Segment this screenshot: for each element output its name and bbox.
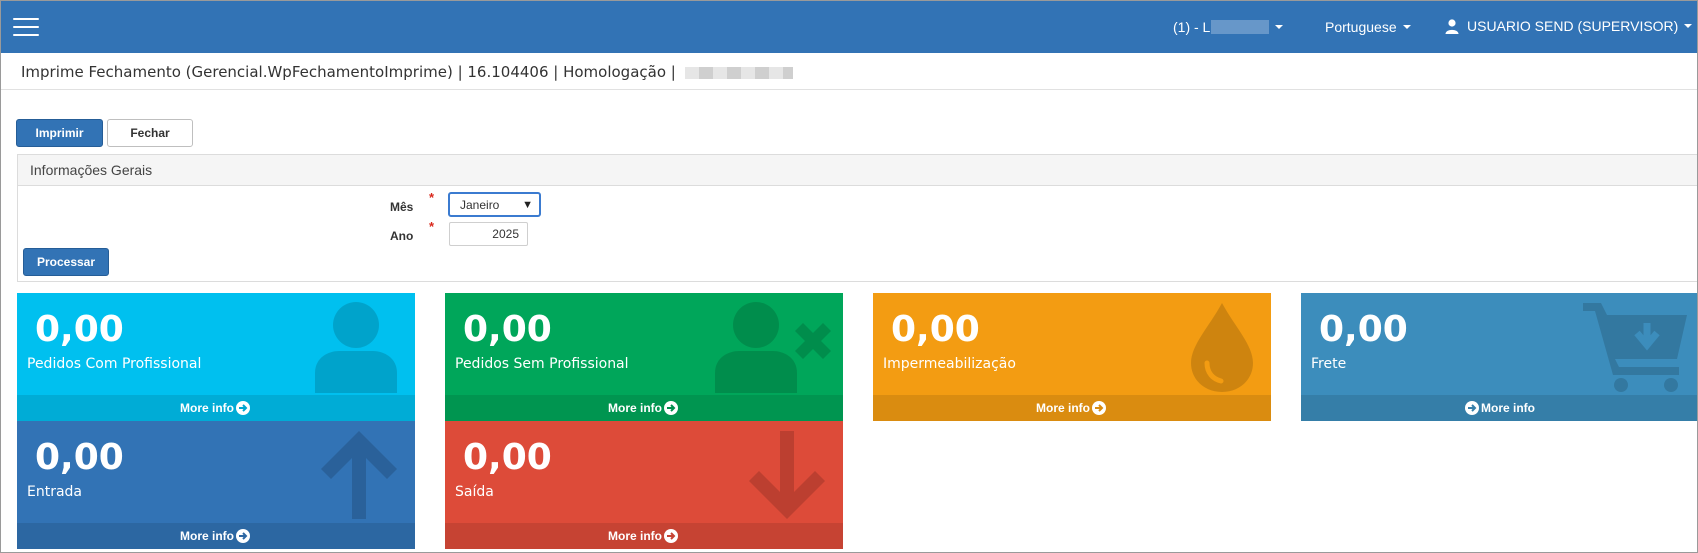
print-button[interactable]: Imprimir [16, 119, 103, 147]
more-info-label: More info [608, 529, 662, 543]
more-info-link[interactable]: More info [17, 523, 415, 549]
chevron-down-icon: ▼ [522, 198, 533, 211]
info-box-entrada: 0,00 Entrada More info [17, 421, 415, 549]
more-info-link[interactable]: More info [873, 395, 1271, 421]
more-info-link[interactable]: More info [445, 523, 843, 549]
arrow-circle-right-icon [1092, 401, 1106, 415]
process-button[interactable]: Processar [23, 248, 109, 276]
arrow-up-icon [321, 431, 397, 519]
info-box-label: Entrada [27, 484, 83, 500]
company-label: (1) - L [1173, 19, 1211, 35]
page-title-wrap: Imprime Fechamento (Gerencial.WpFechamen… [21, 63, 793, 81]
chevron-down-icon [1684, 24, 1693, 28]
company-selector[interactable]: (1) - L [1173, 19, 1284, 35]
arrow-circle-right-icon [664, 401, 678, 415]
info-box-label: Impermeabilização [883, 356, 1016, 372]
info-box-value: 0,00 [463, 309, 552, 350]
top-navbar: (1) - L Portuguese USUARIO SEND (SUPERVI… [1, 1, 1697, 53]
chevron-down-icon [1275, 25, 1284, 29]
arrow-down-icon [749, 431, 825, 519]
info-box-impermeabilizacao: 0,00 Impermeabilização More info [873, 293, 1271, 421]
arrow-circle-right-icon [236, 401, 250, 415]
info-box-pedidos-com-profissional: 0,00 Pedidos Com Profissional More info [17, 293, 415, 421]
redacted-text [684, 66, 793, 79]
more-info-label: More info [1481, 401, 1535, 415]
year-input[interactable]: 2025 [449, 222, 528, 246]
info-box-value: 0,00 [35, 309, 124, 350]
menu-toggle-icon[interactable] [13, 18, 39, 38]
month-label: Mês [390, 200, 414, 214]
info-box-value: 0,00 [891, 309, 980, 350]
info-box-label: Pedidos Sem Profissional [455, 356, 629, 372]
info-box-label: Saída [455, 484, 494, 500]
user-icon [315, 302, 397, 393]
general-info-panel: Informações Gerais [17, 154, 1697, 282]
info-box-label: Frete [1311, 356, 1347, 372]
tint-icon [1191, 303, 1253, 392]
close-button[interactable]: Fechar [107, 119, 193, 147]
month-select-value: Janeiro [460, 197, 500, 212]
year-required-mark: * [429, 219, 435, 234]
info-box-value: 0,00 [463, 437, 552, 478]
language-label: Portuguese [1325, 19, 1397, 35]
info-box-label: Pedidos Com Profissional [27, 356, 202, 372]
more-info-label: More info [608, 401, 662, 415]
user-times-icon [715, 302, 831, 393]
page-header: Imprime Fechamento (Gerencial.WpFechamen… [1, 53, 1697, 90]
more-info-link[interactable]: More info [17, 395, 415, 421]
more-info-link[interactable]: More info [1301, 395, 1697, 421]
month-select[interactable]: Janeiro ▼ [448, 192, 541, 217]
language-selector[interactable]: Portuguese [1325, 19, 1411, 35]
more-info-label: More info [180, 401, 234, 415]
user-icon [1445, 18, 1459, 34]
page-title: Imprime Fechamento (Gerencial.WpFechamen… [21, 63, 681, 81]
year-label: Ano [390, 229, 414, 243]
more-info-label: More info [180, 529, 234, 543]
more-info-link[interactable]: More info [445, 395, 843, 421]
user-menu[interactable]: USUARIO SEND (SUPERVISOR) [1445, 18, 1693, 34]
info-box-pedidos-sem-profissional: 0,00 Pedidos Sem Profissional More info [445, 293, 843, 421]
panel-title: Informações Gerais [18, 155, 1697, 186]
info-box-saida: 0,00 Saída More info [445, 421, 843, 549]
cart-arrow-down-icon [1583, 303, 1687, 392]
info-box-frete: 0,00 Frete More info [1301, 293, 1697, 421]
arrow-circle-right-icon [664, 529, 678, 543]
arrow-circle-right-icon [1465, 401, 1479, 415]
info-box-value: 0,00 [1319, 309, 1408, 350]
user-name: USUARIO SEND (SUPERVISOR) [1467, 18, 1679, 34]
month-required-mark: * [429, 190, 435, 205]
app-window: (1) - L Portuguese USUARIO SEND (SUPERVI… [0, 0, 1698, 553]
arrow-circle-right-icon [236, 529, 250, 543]
info-box-value: 0,00 [35, 437, 124, 478]
chevron-down-icon [1402, 25, 1411, 29]
redacted-company-name [1211, 20, 1270, 34]
more-info-label: More info [1036, 401, 1090, 415]
